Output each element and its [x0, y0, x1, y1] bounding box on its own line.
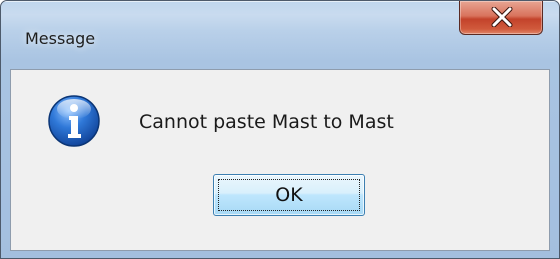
close-button[interactable] [459, 1, 543, 35]
ok-button-label: OK [275, 184, 303, 206]
dialog-message: Cannot paste Mast to Mast [139, 111, 394, 133]
information-icon [48, 95, 100, 147]
title-bar[interactable]: Message [1, 1, 559, 48]
ok-button[interactable]: OK [213, 174, 365, 216]
dialog-content: Cannot paste Mast to Mast OK [10, 69, 550, 251]
message-dialog-window: Message Cannot paste Mast to Mast OK [0, 0, 560, 259]
window-title: Message [25, 29, 96, 48]
close-x-icon [491, 7, 513, 27]
